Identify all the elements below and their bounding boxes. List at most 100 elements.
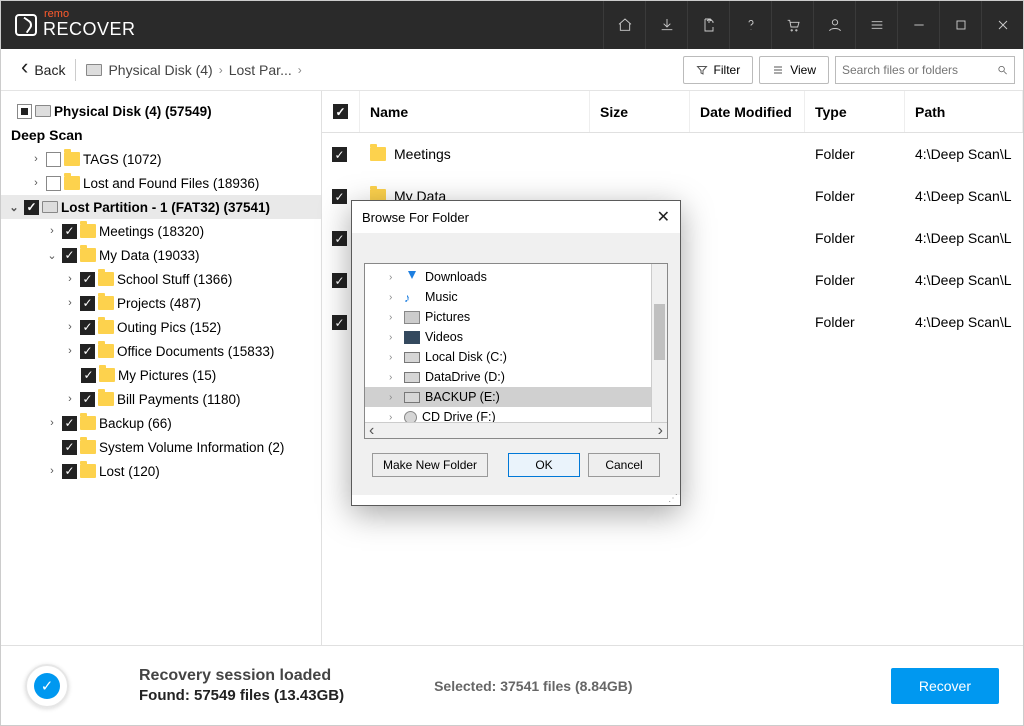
column-path[interactable]: Path (905, 91, 1023, 132)
tree-item[interactable]: ✓My Pictures (15) (1, 363, 321, 387)
checkbox[interactable]: ✓ (62, 224, 77, 239)
statusbar: ✓ Recovery session loaded Found: 57549 f… (1, 645, 1023, 725)
drive-icon (404, 352, 420, 363)
search-box[interactable] (835, 56, 1015, 84)
app-window: remo RECOVER Back Physical Disk (4) › Lo… (0, 0, 1024, 726)
logo-icon (15, 14, 37, 36)
tree-item[interactable]: ⌄✓My Data (19033) (1, 243, 321, 267)
checkbox[interactable]: ✓ (62, 248, 77, 263)
tree-item[interactable]: ›✓Backup (66) (1, 411, 321, 435)
table-row[interactable]: ✓ Meetings Folder 4:\Deep Scan\L (322, 133, 1023, 175)
row-checkbox[interactable]: ✓ (332, 273, 347, 288)
tree-item[interactable]: ›✓Bill Payments (1180) (1, 387, 321, 411)
export-icon[interactable] (687, 1, 729, 49)
folder-item[interactable]: ›DataDrive (D:) (365, 367, 667, 387)
dialog-titlebar: Browse For Folder ✕ (352, 201, 680, 233)
downloads-icon (404, 271, 420, 284)
checkbox[interactable]: ✓ (81, 368, 96, 383)
maximize-button[interactable] (939, 1, 981, 49)
row-checkbox[interactable]: ✓ (332, 189, 347, 204)
menu-icon[interactable] (855, 1, 897, 49)
cart-icon[interactable] (771, 1, 813, 49)
checkbox[interactable]: ✓ (80, 320, 95, 335)
tree-item[interactable]: ›✓Office Documents (15833) (1, 339, 321, 363)
cancel-button[interactable]: Cancel (588, 453, 660, 477)
back-button[interactable]: Back (21, 62, 65, 78)
checkbox[interactable]: ✓ (62, 464, 77, 479)
ok-button[interactable]: OK (508, 453, 580, 477)
view-button[interactable]: View (759, 56, 829, 84)
checkbox[interactable]: ✓ (62, 416, 77, 431)
row-checkbox[interactable]: ✓ (332, 147, 347, 162)
checkbox[interactable]: ✓ (24, 200, 39, 215)
tree-item[interactable]: ›✓Meetings (18320) (1, 219, 321, 243)
tree-root[interactable]: Physical Disk (4) (57549) (1, 99, 321, 123)
column-name[interactable]: Name (360, 91, 590, 132)
folder-item[interactable]: ›Local Disk (C:) (365, 347, 667, 367)
tree-item[interactable]: ›Lost and Found Files (18936) (1, 171, 321, 195)
search-icon (997, 62, 1008, 78)
row-checkbox[interactable]: ✓ (332, 315, 347, 330)
drive-icon (404, 392, 420, 403)
close-button[interactable] (981, 1, 1023, 49)
music-icon: ♪ (404, 291, 420, 304)
recover-button[interactable]: Recover (891, 668, 999, 704)
resize-grip[interactable]: ⋰ (352, 495, 680, 505)
titlebar: remo RECOVER (1, 1, 1023, 49)
dialog-close-button[interactable]: ✕ (657, 207, 670, 227)
folder-icon (80, 440, 96, 454)
row-checkbox[interactable]: ✓ (332, 231, 347, 246)
table-header: ✓ Name Size Date Modified Type Path (322, 91, 1023, 133)
drive-icon (42, 201, 58, 213)
checkbox[interactable] (17, 104, 32, 119)
breadcrumb-folder[interactable]: Lost Par... (229, 62, 292, 78)
account-icon[interactable] (813, 1, 855, 49)
tree-item[interactable]: ✓System Volume Information (2) (1, 435, 321, 459)
search-input[interactable] (842, 63, 997, 77)
folder-tree[interactable]: ›Downloads ›♪Music ›Pictures ›Videos ›Lo… (364, 263, 668, 439)
tree-item-selected[interactable]: ⌄✓Lost Partition - 1 (FAT32) (37541) (1, 195, 321, 219)
checkbox[interactable]: ✓ (80, 392, 95, 407)
vertical-scrollbar[interactable] (651, 264, 667, 422)
tree-item[interactable]: ›✓School Stuff (1366) (1, 267, 321, 291)
browse-folder-dialog: Browse For Folder ✕ ›Downloads ›♪Music ›… (351, 200, 681, 506)
folder-icon (64, 176, 80, 190)
tree-item[interactable]: ›✓Lost (120) (1, 459, 321, 483)
help-icon[interactable] (729, 1, 771, 49)
status-icon: ✓ (25, 664, 69, 708)
checkbox[interactable]: ✓ (62, 440, 77, 455)
folder-icon (98, 392, 114, 406)
chevron-left-icon (21, 62, 28, 78)
checkbox[interactable] (46, 152, 61, 167)
make-new-folder-button[interactable]: Make New Folder (372, 453, 488, 477)
dialog-title: Browse For Folder (362, 210, 469, 225)
breadcrumb-disk[interactable]: Physical Disk (4) (86, 62, 212, 78)
folder-item-selected[interactable]: ›BACKUP (E:) (365, 387, 667, 407)
folder-item[interactable]: ›Videos (365, 327, 667, 347)
column-type[interactable]: Type (805, 91, 905, 132)
column-size[interactable]: Size (590, 91, 690, 132)
checkbox[interactable] (46, 176, 61, 191)
deep-scan-label: Deep Scan (1, 123, 321, 147)
minimize-button[interactable] (897, 1, 939, 49)
videos-icon (404, 331, 420, 344)
folder-item[interactable]: ›♪Music (365, 287, 667, 307)
checkbox[interactable]: ✓ (80, 272, 95, 287)
tree-item[interactable]: ›TAGS (1072) (1, 147, 321, 171)
checkbox[interactable]: ✓ (80, 296, 95, 311)
filter-button[interactable]: Filter (683, 56, 754, 84)
folder-icon (370, 147, 386, 161)
tree-item[interactable]: ›✓Outing Pics (152) (1, 315, 321, 339)
selection-count: Selected: 37541 files (8.84GB) (434, 678, 632, 694)
column-date[interactable]: Date Modified (690, 91, 805, 132)
tree-item[interactable]: ›✓Projects (487) (1, 291, 321, 315)
select-all-checkbox[interactable]: ✓ (333, 104, 348, 119)
tree-label: Physical Disk (4) (57549) (54, 104, 212, 119)
folder-item[interactable]: ›Pictures (365, 307, 667, 327)
download-icon[interactable] (645, 1, 687, 49)
folder-item[interactable]: ›Downloads (365, 267, 667, 287)
status-text: Recovery session loaded Found: 57549 fil… (139, 667, 344, 704)
checkbox[interactable]: ✓ (80, 344, 95, 359)
horizontal-scrollbar[interactable] (365, 422, 667, 438)
home-icon[interactable] (603, 1, 645, 49)
